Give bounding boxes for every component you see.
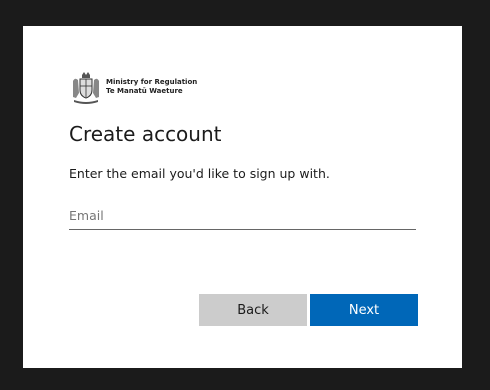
ministry-name-line2: Te Manatū Waeture bbox=[106, 87, 183, 95]
sign-up-card: Ministry for Regulation Te Manatū Waetur… bbox=[23, 26, 462, 368]
nz-coat-of-arms-icon bbox=[73, 72, 99, 104]
ministry-logo: Ministry for Regulation Te Manatū Waetur… bbox=[69, 71, 219, 107]
email-input[interactable] bbox=[69, 202, 416, 230]
instruction-text: Enter the email you'd like to sign up wi… bbox=[69, 166, 330, 181]
ministry-name-line1: Ministry for Regulation bbox=[106, 78, 198, 86]
page-title: Create account bbox=[69, 122, 222, 146]
next-button[interactable]: Next bbox=[310, 294, 418, 326]
ministry-name: Ministry for Regulation Te Manatū Waetur… bbox=[106, 78, 197, 96]
back-button[interactable]: Back bbox=[199, 294, 307, 326]
